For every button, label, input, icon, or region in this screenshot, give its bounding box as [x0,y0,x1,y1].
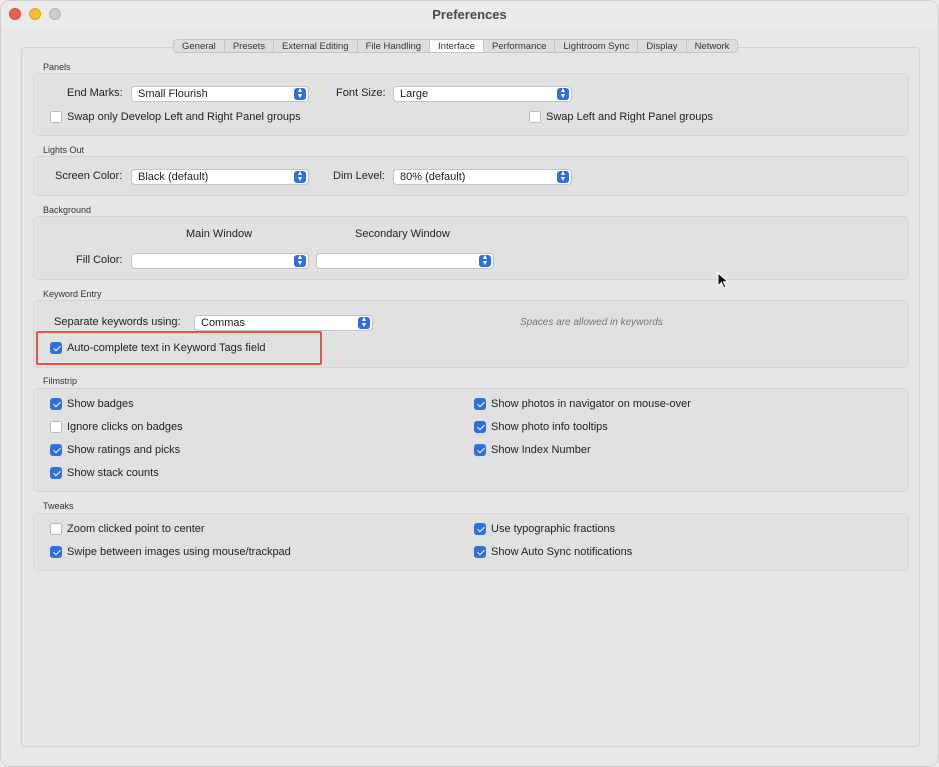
fill-color-label: Fill Color: [76,254,123,266]
separate-keywords-select[interactable]: Commas ▲ ▼ [194,315,373,331]
background-section-label: Background [43,205,92,215]
window-title: Preferences [432,7,507,22]
screen-color-label: Screen Color: [55,170,123,182]
swipe-checkbox[interactable]: Swipe between images using mouse/trackpa… [50,546,291,558]
font-size-label: Font Size: [336,87,386,99]
separate-keywords-label: Separate keywords using: [54,316,181,328]
tab-lightroom-sync[interactable]: Lightroom Sync [555,40,639,52]
checkbox-checked-icon [474,444,486,456]
tab-performance[interactable]: Performance [484,40,556,52]
show-index-checkbox[interactable]: Show Index Number [474,444,591,456]
chevron-up-down-icon: ▲ ▼ [557,170,569,183]
title-bar: Preferences [1,1,938,29]
secondary-window-label: Secondary Window [355,228,450,240]
auto-sync-label: Show Auto Sync notifications [491,546,633,558]
zoom-clicked-checkbox[interactable]: Zoom clicked point to center [50,523,205,535]
checkbox-unchecked-icon [50,111,62,123]
checkbox-checked-icon [50,444,62,456]
typographic-label: Use typographic fractions [491,523,616,535]
show-photo-info-checkbox[interactable]: Show photo info tooltips [474,421,608,433]
dim-level-label: Dim Level: [333,170,385,182]
ignore-clicks-label: Ignore clicks on badges [67,421,183,433]
keywords-hint: Spaces are allowed in keywords [520,317,663,328]
checkbox-checked-icon [474,546,486,558]
dim-level-value: 80% (default) [400,171,466,183]
end-marks-value: Small Flourish [138,88,208,100]
filmstrip-section-label: Filmstrip [43,376,77,386]
checkbox-unchecked-icon [50,421,62,433]
swap-develop-checkbox[interactable]: Swap only Develop Left and Right Panel g… [50,111,301,123]
typographic-checkbox[interactable]: Use typographic fractions [474,523,615,535]
tab-general[interactable]: General [174,40,225,52]
checkbox-checked-icon [474,523,486,535]
tab-external-editing[interactable]: External Editing [274,40,358,52]
show-ratings-checkbox[interactable]: Show ratings and picks [50,444,180,456]
checkbox-checked-icon [50,467,62,479]
checkbox-checked-icon [50,398,62,410]
checkbox-unchecked-icon [529,111,541,123]
secondary-fill-select[interactable]: ▲ ▼ [316,253,494,269]
tweaks-section-label: Tweaks [43,501,74,511]
checkbox-unchecked-icon [50,523,62,535]
preferences-window: Preferences General Presets External Edi… [0,0,939,767]
chevron-up-down-icon: ▲ ▼ [294,87,306,100]
main-window-label: Main Window [186,228,253,240]
show-badges-checkbox[interactable]: Show badges [50,398,134,410]
chevron-up-down-icon: ▲ ▼ [358,316,370,329]
screen-color-value: Black (default) [138,171,209,183]
filmstrip-group [33,388,909,492]
panels-group [33,73,909,136]
dim-level-select[interactable]: 80% (default) ▲ ▼ [393,169,572,185]
show-index-label: Show Index Number [491,444,591,456]
end-marks-label: End Marks: [67,87,123,99]
tab-bar: General Presets External Editing File Ha… [173,39,739,53]
keyword-entry-section-label: Keyword Entry [43,289,102,299]
show-stack-label: Show stack counts [67,467,159,479]
show-photos-nav-checkbox[interactable]: Show photos in navigator on mouse-over [474,398,691,410]
separate-keywords-value: Commas [201,317,246,329]
font-size-value: Large [400,88,429,100]
tab-display[interactable]: Display [638,40,687,52]
show-photo-info-label: Show photo info tooltips [491,421,608,433]
highlight-box [36,331,322,365]
swap-lr-label: Swap Left and Right Panel groups [546,111,713,123]
checkbox-checked-icon [474,398,486,410]
font-size-select[interactable]: Large ▲ ▼ [393,86,572,102]
swap-lr-checkbox[interactable]: Swap Left and Right Panel groups [529,111,713,123]
mouse-cursor-icon [717,272,730,289]
zoom-clicked-label: Zoom clicked point to center [67,523,205,535]
ignore-clicks-checkbox[interactable]: Ignore clicks on badges [50,421,183,433]
checkbox-checked-icon [474,421,486,433]
tab-interface[interactable]: Interface [430,40,484,52]
checkbox-checked-icon [50,546,62,558]
main-fill-select[interactable]: ▲ ▼ [131,253,309,269]
show-ratings-label: Show ratings and picks [67,444,181,456]
chevron-up-down-icon: ▲ ▼ [479,254,491,267]
chevron-up-down-icon: ▲ ▼ [557,87,569,100]
chevron-up-down-icon: ▲ ▼ [294,254,306,267]
swipe-label: Swipe between images using mouse/trackpa… [67,546,291,558]
tab-presets[interactable]: Presets [225,40,275,52]
show-photos-nav-label: Show photos in navigator on mouse-over [491,398,691,410]
show-stack-checkbox[interactable]: Show stack counts [50,467,159,479]
panels-section-label: Panels [43,62,71,72]
lights-out-section-label: Lights Out [43,145,85,155]
screen-color-select[interactable]: Black (default) ▲ ▼ [131,169,309,185]
end-marks-select[interactable]: Small Flourish ▲ ▼ [131,86,309,102]
swap-develop-label: Swap only Develop Left and Right Panel g… [67,111,301,123]
tab-file-handling[interactable]: File Handling [358,40,431,52]
tab-network[interactable]: Network [687,40,738,52]
tweaks-group [33,513,909,571]
background-group [33,216,909,280]
show-badges-label: Show badges [67,398,134,410]
auto-sync-checkbox[interactable]: Show Auto Sync notifications [474,546,632,558]
chevron-up-down-icon: ▲ ▼ [294,170,306,183]
